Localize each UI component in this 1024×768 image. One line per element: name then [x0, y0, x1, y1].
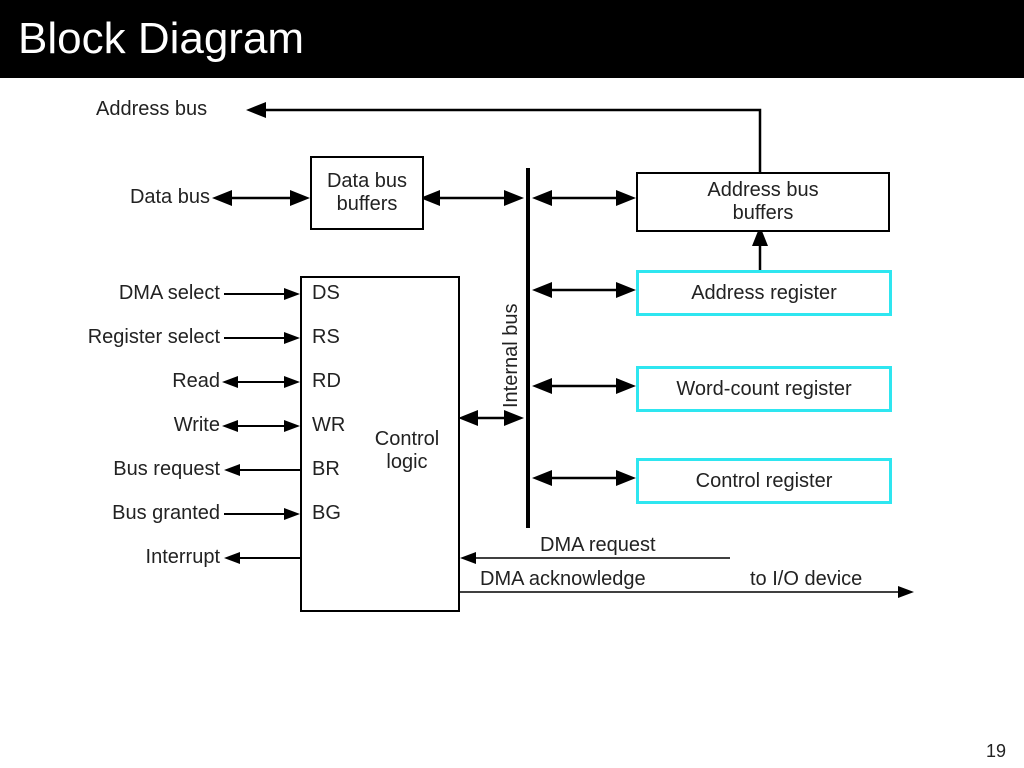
pin-bg: BG [312, 502, 341, 525]
block-control-register: Control register [636, 458, 892, 504]
pin-rd: RD [312, 370, 341, 393]
label-register-select: Register select [60, 326, 220, 349]
block-address-bus-buffers: Address bus buffers [636, 172, 890, 232]
block-word-count-register: Word-count register [636, 366, 892, 412]
slide-title-bar: Block Diagram [0, 0, 1024, 78]
pin-br: BR [312, 458, 340, 481]
label-read: Read [60, 370, 220, 393]
label-dma-ack: DMA acknowledge [480, 568, 646, 591]
pin-rs: RS [312, 326, 340, 349]
slide-title: Block Diagram [18, 14, 304, 64]
diagram-stage: Address bus Data bus Data bus buffers Ad… [0, 78, 1024, 768]
label-bus-request: Bus request [60, 458, 220, 481]
label-data-bus: Data bus [120, 186, 210, 209]
label-dma-request: DMA request [540, 534, 656, 557]
label-address-bus: Address bus [96, 98, 207, 121]
page-number: 19 [986, 741, 1006, 762]
label-to-io: to I/O device [750, 568, 862, 591]
label-dma-select: DMA select [60, 282, 220, 305]
pin-wr: WR [312, 414, 345, 437]
pin-ds: DS [312, 282, 340, 305]
label-write: Write [60, 414, 220, 437]
label-bus-granted: Bus granted [60, 502, 220, 525]
label-control-logic: Control logic [372, 428, 442, 474]
block-address-register: Address register [636, 270, 892, 316]
label-interrupt: Interrupt [60, 546, 220, 569]
block-data-bus-buffers: Data bus buffers [310, 156, 424, 230]
label-internal-bus: Internal bus [500, 303, 523, 408]
